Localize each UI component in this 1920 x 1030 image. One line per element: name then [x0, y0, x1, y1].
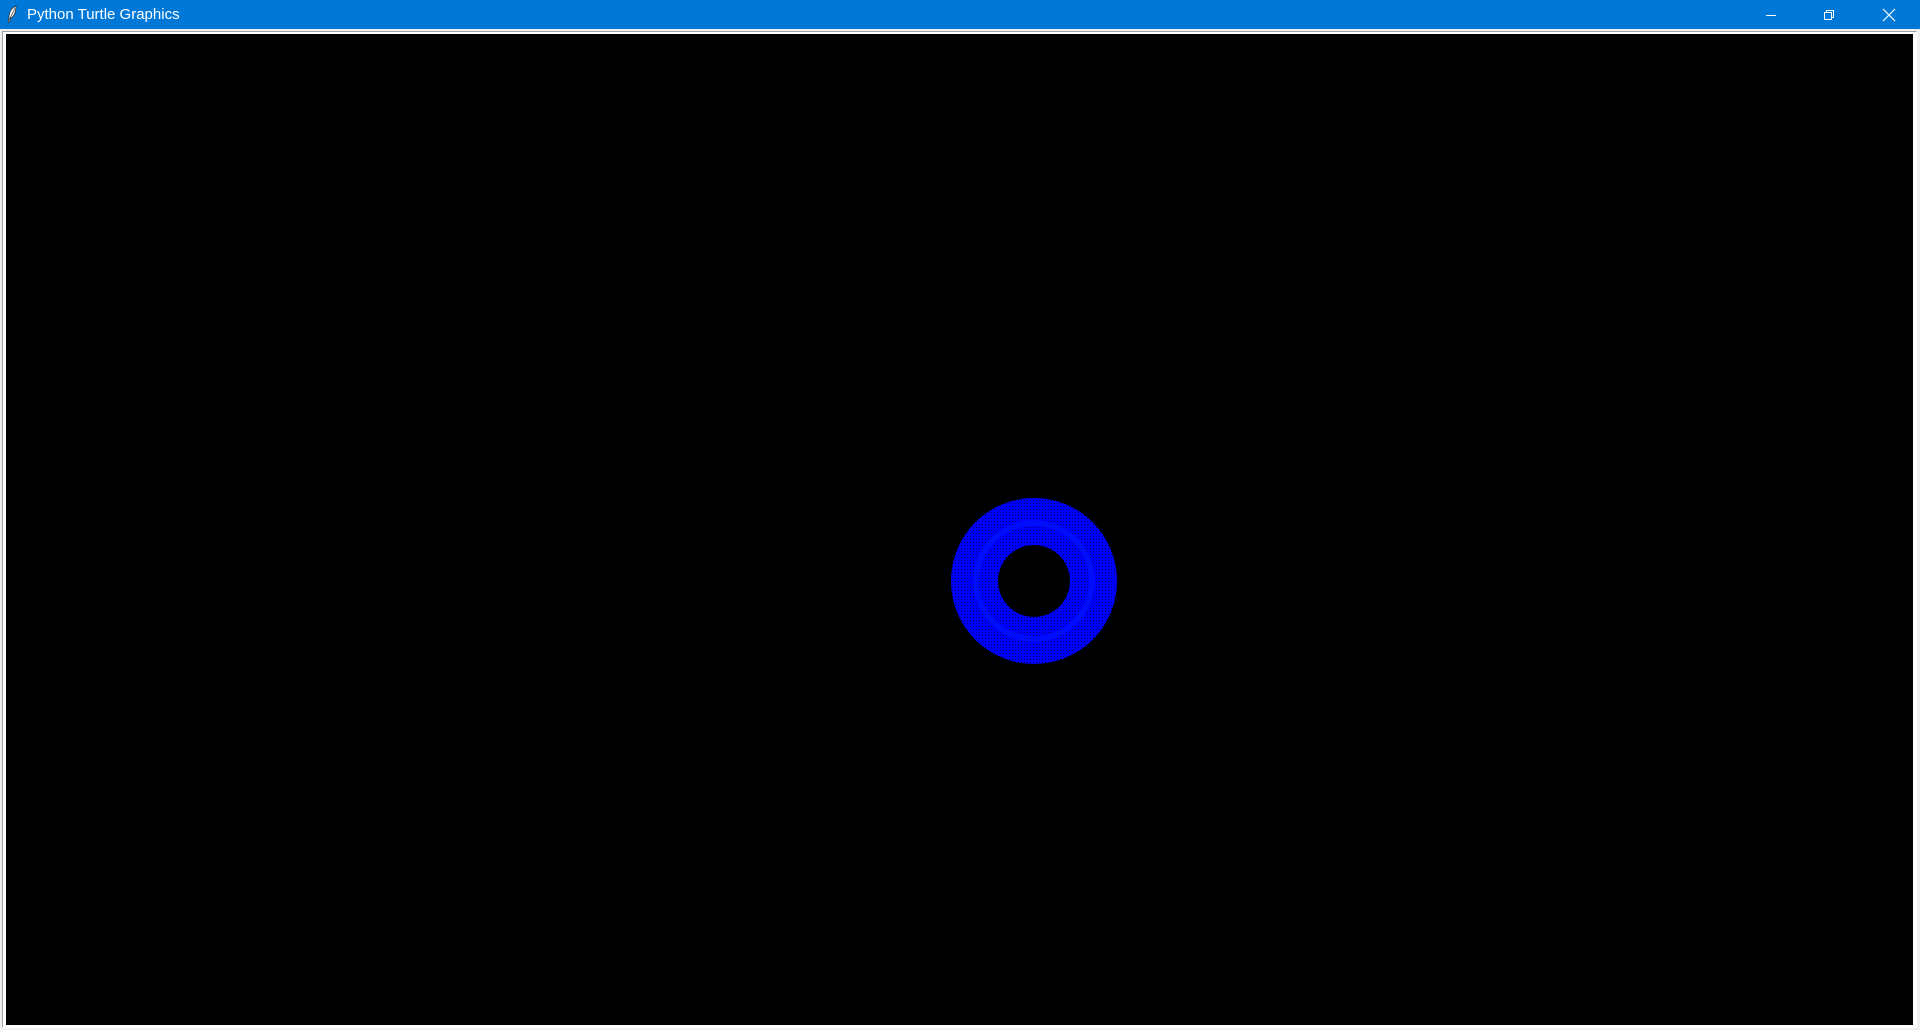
ring-hole	[998, 545, 1070, 617]
restore-icon	[1823, 9, 1835, 21]
drawing-svg	[951, 498, 1117, 664]
feather-icon	[6, 5, 18, 23]
close-icon	[1882, 8, 1896, 22]
turtle-canvas[interactable]	[6, 34, 1913, 1025]
minimize-button[interactable]	[1742, 0, 1800, 29]
minimize-icon	[1765, 9, 1777, 21]
window-title: Python Turtle Graphics	[27, 6, 180, 23]
close-button[interactable]	[1858, 0, 1920, 29]
restore-button[interactable]	[1800, 0, 1858, 29]
canvas-frame	[2, 31, 1917, 1028]
turtle-window: Python Turtle Graphics	[0, 0, 1920, 1030]
title-bar[interactable]: Python Turtle Graphics	[0, 0, 1920, 29]
